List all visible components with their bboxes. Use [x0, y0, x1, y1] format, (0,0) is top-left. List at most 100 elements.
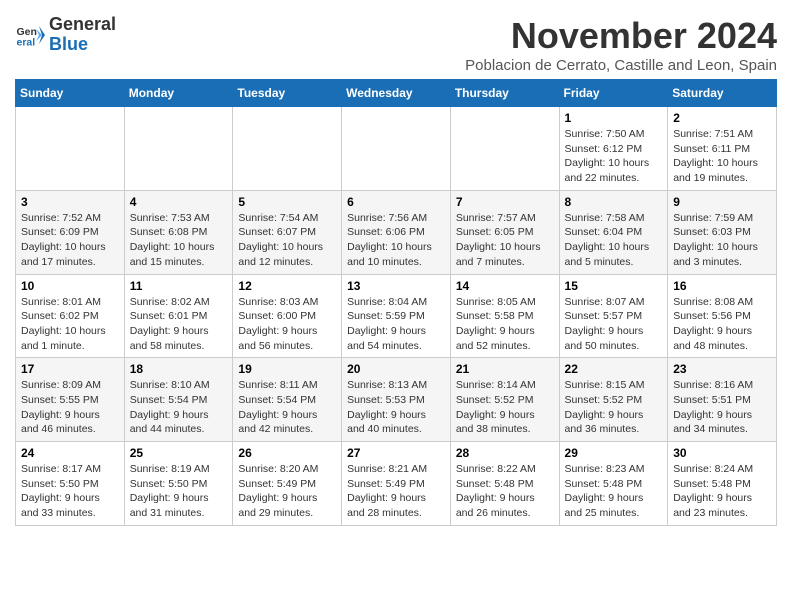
calendar-cell: 7Sunrise: 7:57 AM Sunset: 6:05 PM Daylig… — [450, 190, 559, 274]
day-number: 17 — [21, 362, 119, 376]
day-info: Sunrise: 7:51 AM Sunset: 6:11 PM Dayligh… — [673, 127, 771, 186]
calendar-cell: 18 Sunrise: 8:10 AM Sunset: 5:54 PM Dayli… — [124, 358, 233, 442]
weekday-header-sunday: Sunday — [16, 80, 125, 107]
calendar-cell: 4Sunrise: 7:53 AM Sunset: 6:08 PM Daylig… — [124, 190, 233, 274]
day-info: Sunrise: 8:09 AM Sunset: 5:55 PM Dayligh… — [21, 378, 119, 437]
calendar-table: SundayMondayTuesdayWednesdayThursdayFrid… — [15, 79, 777, 526]
day-number: 11 — [130, 279, 228, 293]
day-info: Sunrise: 7:50 AM Sunset: 6:12 PM Dayligh… — [565, 127, 663, 186]
calendar-cell — [16, 107, 125, 191]
day-info: Sunrise: 8:24 AM Sunset: 5:48 PM Dayligh… — [673, 462, 771, 521]
weekday-header-wednesday: Wednesday — [342, 80, 451, 107]
day-info: Sunrise: 7:59 AM Sunset: 6:03 PM Dayligh… — [673, 211, 771, 270]
calendar-cell: 14Sunrise: 8:05 AM Sunset: 5:58 PM Dayli… — [450, 274, 559, 358]
day-number: 25 — [130, 446, 228, 460]
calendar-cell: 10Sunrise: 8:01 AM Sunset: 6:02 PM Dayli… — [16, 274, 125, 358]
calendar-cell: 28 Sunrise: 8:22 AM Sunset: 5:48 PM Dayli… — [450, 442, 559, 526]
calendar-cell: 9 Sunrise: 7:59 AM Sunset: 6:03 PM Daylig… — [668, 190, 777, 274]
calendar-cell: 6 Sunrise: 7:56 AM Sunset: 6:06 PM Daylig… — [342, 190, 451, 274]
calendar-cell: 2 Sunrise: 7:51 AM Sunset: 6:11 PM Daylig… — [668, 107, 777, 191]
calendar-cell: 27Sunrise: 8:21 AM Sunset: 5:49 PM Dayli… — [342, 442, 451, 526]
logo-icon: Gen eral — [15, 20, 45, 50]
day-info: Sunrise: 8:17 AM Sunset: 5:50 PM Dayligh… — [21, 462, 119, 521]
day-info: Sunrise: 7:54 AM Sunset: 6:07 PM Dayligh… — [238, 211, 336, 270]
day-number: 15 — [565, 279, 663, 293]
calendar-cell: 21 Sunrise: 8:14 AM Sunset: 5:52 PM Dayli… — [450, 358, 559, 442]
title-block: November 2024 Poblacion de Cerrato, Cast… — [465, 15, 777, 74]
day-number: 18 — [130, 362, 228, 376]
day-info: Sunrise: 8:08 AM Sunset: 5:56 PM Dayligh… — [673, 295, 771, 354]
calendar-cell: 17 Sunrise: 8:09 AM Sunset: 5:55 PM Dayli… — [16, 358, 125, 442]
day-number: 22 — [565, 362, 663, 376]
calendar-cell: 1 Sunrise: 7:50 AM Sunset: 6:12 PM Daylig… — [559, 107, 668, 191]
day-number: 3 — [21, 195, 119, 209]
calendar-cell: 16 Sunrise: 8:08 AM Sunset: 5:56 PM Dayli… — [668, 274, 777, 358]
day-number: 21 — [456, 362, 554, 376]
day-number: 24 — [21, 446, 119, 460]
day-info: Sunrise: 8:07 AM Sunset: 5:57 PM Dayligh… — [565, 295, 663, 354]
page-header: Gen eral General Blue November 2024 Pobl… — [15, 15, 777, 74]
day-info: Sunrise: 8:20 AM Sunset: 5:49 PM Dayligh… — [238, 462, 336, 521]
logo-general-text: General — [49, 14, 116, 34]
day-info: Sunrise: 8:10 AM Sunset: 5:54 PM Dayligh… — [130, 378, 228, 437]
day-number: 8 — [565, 195, 663, 209]
calendar-cell: 12Sunrise: 8:03 AM Sunset: 6:00 PM Dayli… — [233, 274, 342, 358]
calendar-cell: 5 Sunrise: 7:54 AM Sunset: 6:07 PM Daylig… — [233, 190, 342, 274]
calendar-cell: 29 Sunrise: 8:23 AM Sunset: 5:48 PM Dayli… — [559, 442, 668, 526]
day-info: Sunrise: 8:15 AM Sunset: 5:52 PM Dayligh… — [565, 378, 663, 437]
day-info: Sunrise: 7:52 AM Sunset: 6:09 PM Dayligh… — [21, 211, 119, 270]
calendar-cell: 22 Sunrise: 8:15 AM Sunset: 5:52 PM Dayli… — [559, 358, 668, 442]
day-info: Sunrise: 7:58 AM Sunset: 6:04 PM Dayligh… — [565, 211, 663, 270]
day-info: Sunrise: 8:22 AM Sunset: 5:48 PM Dayligh… — [456, 462, 554, 521]
day-info: Sunrise: 8:13 AM Sunset: 5:53 PM Dayligh… — [347, 378, 445, 437]
day-info: Sunrise: 7:56 AM Sunset: 6:06 PM Dayligh… — [347, 211, 445, 270]
calendar-cell — [124, 107, 233, 191]
day-number: 2 — [673, 111, 771, 125]
calendar-cell: 26 Sunrise: 8:20 AM Sunset: 5:49 PM Dayli… — [233, 442, 342, 526]
weekday-header-thursday: Thursday — [450, 80, 559, 107]
day-number: 20 — [347, 362, 445, 376]
month-title: November 2024 — [465, 15, 777, 57]
day-number: 29 — [565, 446, 663, 460]
calendar-cell: 8 Sunrise: 7:58 AM Sunset: 6:04 PM Daylig… — [559, 190, 668, 274]
day-info: Sunrise: 8:19 AM Sunset: 5:50 PM Dayligh… — [130, 462, 228, 521]
logo-blue-text: Blue — [49, 34, 88, 54]
calendar-cell: 19Sunrise: 8:11 AM Sunset: 5:54 PM Dayli… — [233, 358, 342, 442]
logo: Gen eral General Blue — [15, 15, 116, 55]
day-number: 28 — [456, 446, 554, 460]
calendar-cell: 3 Sunrise: 7:52 AM Sunset: 6:09 PM Daylig… — [16, 190, 125, 274]
weekday-header-friday: Friday — [559, 80, 668, 107]
calendar-cell: 15 Sunrise: 8:07 AM Sunset: 5:57 PM Dayli… — [559, 274, 668, 358]
weekday-header-monday: Monday — [124, 80, 233, 107]
calendar-cell: 23 Sunrise: 8:16 AM Sunset: 5:51 PM Dayli… — [668, 358, 777, 442]
day-info: Sunrise: 8:01 AM Sunset: 6:02 PM Dayligh… — [21, 295, 119, 354]
day-number: 5 — [238, 195, 336, 209]
day-info: Sunrise: 8:23 AM Sunset: 5:48 PM Dayligh… — [565, 462, 663, 521]
calendar-week-row: 1 Sunrise: 7:50 AM Sunset: 6:12 PM Daylig… — [16, 107, 777, 191]
day-number: 9 — [673, 195, 771, 209]
day-info: Sunrise: 8:05 AM Sunset: 5:58 PM Dayligh… — [456, 295, 554, 354]
calendar-cell: 25 Sunrise: 8:19 AM Sunset: 5:50 PM Dayli… — [124, 442, 233, 526]
day-number: 26 — [238, 446, 336, 460]
day-info: Sunrise: 8:11 AM Sunset: 5:54 PM Dayligh… — [238, 378, 336, 437]
day-info: Sunrise: 8:16 AM Sunset: 5:51 PM Dayligh… — [673, 378, 771, 437]
day-number: 30 — [673, 446, 771, 460]
calendar-cell: 13 Sunrise: 8:04 AM Sunset: 5:59 PM Dayli… — [342, 274, 451, 358]
day-number: 16 — [673, 279, 771, 293]
calendar-week-row: 10Sunrise: 8:01 AM Sunset: 6:02 PM Dayli… — [16, 274, 777, 358]
svg-text:eral: eral — [17, 36, 36, 48]
day-number: 12 — [238, 279, 336, 293]
day-number: 13 — [347, 279, 445, 293]
calendar-cell: 20 Sunrise: 8:13 AM Sunset: 5:53 PM Dayli… — [342, 358, 451, 442]
calendar-week-row: 17 Sunrise: 8:09 AM Sunset: 5:55 PM Dayli… — [16, 358, 777, 442]
day-number: 7 — [456, 195, 554, 209]
day-info: Sunrise: 8:04 AM Sunset: 5:59 PM Dayligh… — [347, 295, 445, 354]
day-info: Sunrise: 8:14 AM Sunset: 5:52 PM Dayligh… — [456, 378, 554, 437]
day-info: Sunrise: 8:21 AM Sunset: 5:49 PM Dayligh… — [347, 462, 445, 521]
day-info: Sunrise: 8:02 AM Sunset: 6:01 PM Dayligh… — [130, 295, 228, 354]
day-number: 23 — [673, 362, 771, 376]
calendar-cell: 11 Sunrise: 8:02 AM Sunset: 6:01 PM Dayli… — [124, 274, 233, 358]
day-number: 6 — [347, 195, 445, 209]
calendar-week-row: 3 Sunrise: 7:52 AM Sunset: 6:09 PM Daylig… — [16, 190, 777, 274]
day-number: 1 — [565, 111, 663, 125]
